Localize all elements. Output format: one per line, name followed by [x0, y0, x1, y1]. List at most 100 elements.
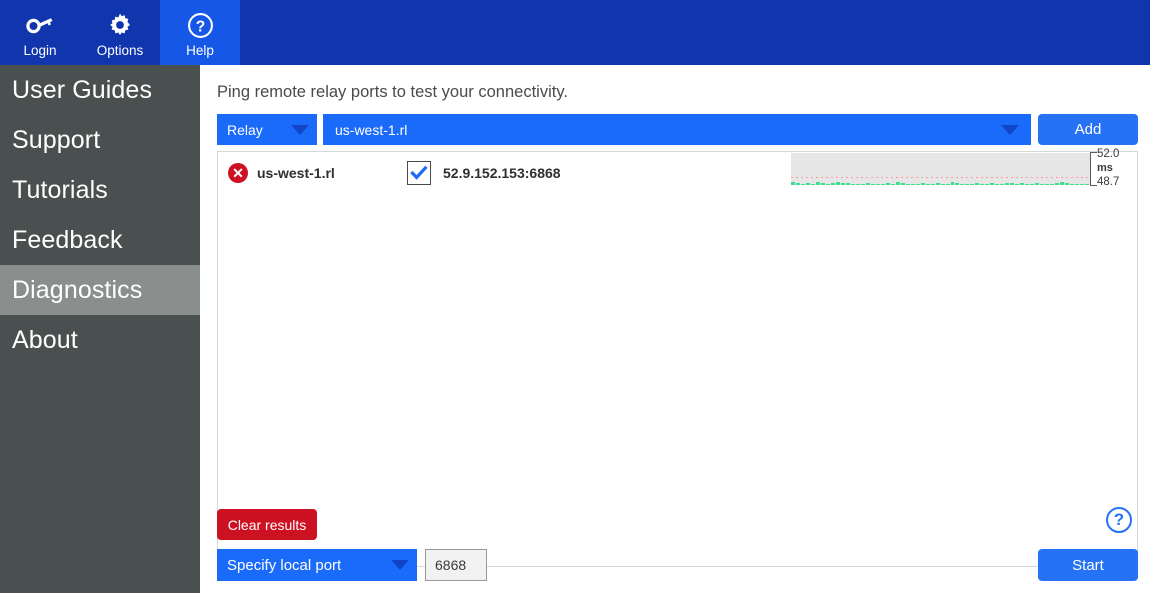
latency-bar	[940, 183, 945, 185]
latency-bar	[835, 182, 840, 185]
latency-bar	[980, 183, 985, 185]
sidebar-item-label: Support	[12, 125, 101, 154]
latency-bar	[845, 182, 850, 185]
question-icon: ?	[185, 10, 215, 40]
latency-y-unit-label: ms	[1097, 162, 1113, 174]
sidebar-item-label: Tutorials	[12, 175, 108, 204]
latency-bar	[1060, 181, 1065, 185]
latency-bar	[1075, 183, 1080, 185]
latency-bar	[1065, 182, 1070, 185]
latency-bar	[930, 183, 935, 185]
sidebar-item-about[interactable]: About	[0, 315, 200, 365]
latency-bar	[925, 183, 930, 185]
latency-bar	[950, 181, 955, 185]
gear-icon	[105, 10, 135, 40]
latency-bar	[810, 183, 815, 185]
latency-bar	[825, 183, 830, 185]
sidebar-item-tutorials[interactable]: Tutorials	[0, 165, 200, 215]
latency-bar	[935, 182, 940, 185]
latency-bar	[1035, 183, 1040, 185]
start-button[interactable]: Start	[1038, 549, 1138, 581]
check-icon	[410, 165, 428, 180]
latency-bar	[1030, 183, 1035, 185]
latency-bar	[965, 183, 970, 185]
latency-bar	[1040, 183, 1045, 185]
svg-text:?: ?	[195, 18, 205, 35]
latency-bar	[1070, 183, 1075, 185]
latency-threshold-line	[791, 177, 1090, 178]
latency-bar	[1015, 183, 1020, 185]
latency-sparkline-chart	[791, 153, 1090, 185]
result-host-label: us-west-1.rl	[257, 165, 335, 181]
nav-tab-help-label: Help	[186, 43, 214, 58]
error-icon: ✕	[228, 163, 248, 183]
latency-bar	[855, 183, 860, 185]
latency-bar	[1025, 183, 1030, 185]
local-port-input[interactable]: 6868	[425, 549, 487, 581]
sidebar-item-label: User Guides	[12, 75, 153, 104]
sidebar-item-label: Diagnostics	[12, 275, 143, 304]
result-address-label: 52.9.152.153:6868	[443, 165, 561, 181]
result-enabled-checkbox[interactable]	[407, 161, 431, 185]
latency-bar	[915, 183, 920, 185]
host-input[interactable]: us-west-1.rl	[323, 114, 1031, 145]
latency-y-min-label: 48.7	[1097, 176, 1120, 188]
results-list: ✕ us-west-1.rl 52.9.152.153:6868 52.0 ms…	[217, 148, 1138, 567]
latency-bar	[830, 182, 835, 185]
host-input-value: us-west-1.rl	[335, 121, 408, 138]
latency-bar	[840, 182, 845, 185]
help-icon-glyph: ?	[1113, 510, 1125, 529]
latency-bar	[800, 183, 805, 185]
local-port-mode-select[interactable]: Specify local port	[217, 549, 417, 581]
table-row[interactable]: ✕ us-west-1.rl 52.9.152.153:6868 52.0 ms…	[218, 148, 1137, 194]
application-window: Login Options ? Help User Guides Support…	[0, 0, 1150, 593]
latency-bar	[885, 183, 890, 185]
sidebar: User Guides Support Tutorials Feedback D…	[0, 65, 200, 593]
sidebar-item-diagnostics[interactable]: Diagnostics	[0, 265, 200, 315]
relay-type-select-value: Relay	[227, 121, 263, 138]
clear-results-button[interactable]: Clear results	[217, 509, 317, 540]
latency-bar	[890, 183, 895, 185]
latency-bars	[791, 153, 1090, 185]
sidebar-item-label: Feedback	[12, 225, 123, 254]
top-navigation-bar: Login Options ? Help	[0, 0, 1150, 65]
latency-bar	[795, 183, 800, 185]
relay-type-select[interactable]: Relay	[217, 114, 317, 145]
latency-bar	[860, 183, 865, 185]
key-icon	[25, 10, 55, 40]
page-description: Ping remote relay ports to test your con…	[217, 83, 568, 101]
nav-tab-options[interactable]: Options	[80, 0, 160, 65]
sidebar-item-user-guides[interactable]: User Guides	[0, 65, 200, 115]
latency-bar	[850, 183, 855, 185]
latency-bar	[975, 183, 980, 185]
latency-bar	[805, 183, 810, 185]
sidebar-item-feedback[interactable]: Feedback	[0, 215, 200, 265]
latency-bar	[995, 183, 1000, 185]
ping-target-toolbar: Relay us-west-1.rl Add	[217, 114, 1138, 145]
latency-y-max-label: 52.0	[1097, 148, 1120, 160]
latency-bar	[815, 182, 820, 185]
latency-bar	[1050, 183, 1055, 185]
latency-y-axis	[1090, 152, 1097, 186]
latency-bar	[1055, 183, 1060, 185]
add-button[interactable]: Add	[1038, 114, 1138, 145]
latency-bar	[905, 183, 910, 185]
sidebar-item-support[interactable]: Support	[0, 115, 200, 165]
local-port-mode-value: Specify local port	[227, 556, 342, 574]
nav-tab-help[interactable]: ? Help	[160, 0, 240, 65]
latency-bar	[1005, 182, 1010, 185]
latency-bar	[910, 183, 915, 185]
latency-bar	[900, 183, 905, 185]
chevron-down-icon	[291, 124, 309, 135]
latency-bar	[1085, 183, 1090, 185]
latency-bar	[865, 183, 870, 185]
latency-bar	[870, 183, 875, 185]
latency-bar	[895, 182, 900, 185]
latency-bar	[1045, 183, 1050, 185]
latency-bar	[880, 183, 885, 185]
help-icon[interactable]: ?	[1106, 507, 1132, 533]
diagnostics-panel: Ping remote relay ports to test your con…	[200, 65, 1150, 593]
nav-tab-login[interactable]: Login	[0, 0, 80, 65]
chevron-down-icon[interactable]	[1001, 124, 1019, 135]
latency-bar	[970, 183, 975, 185]
